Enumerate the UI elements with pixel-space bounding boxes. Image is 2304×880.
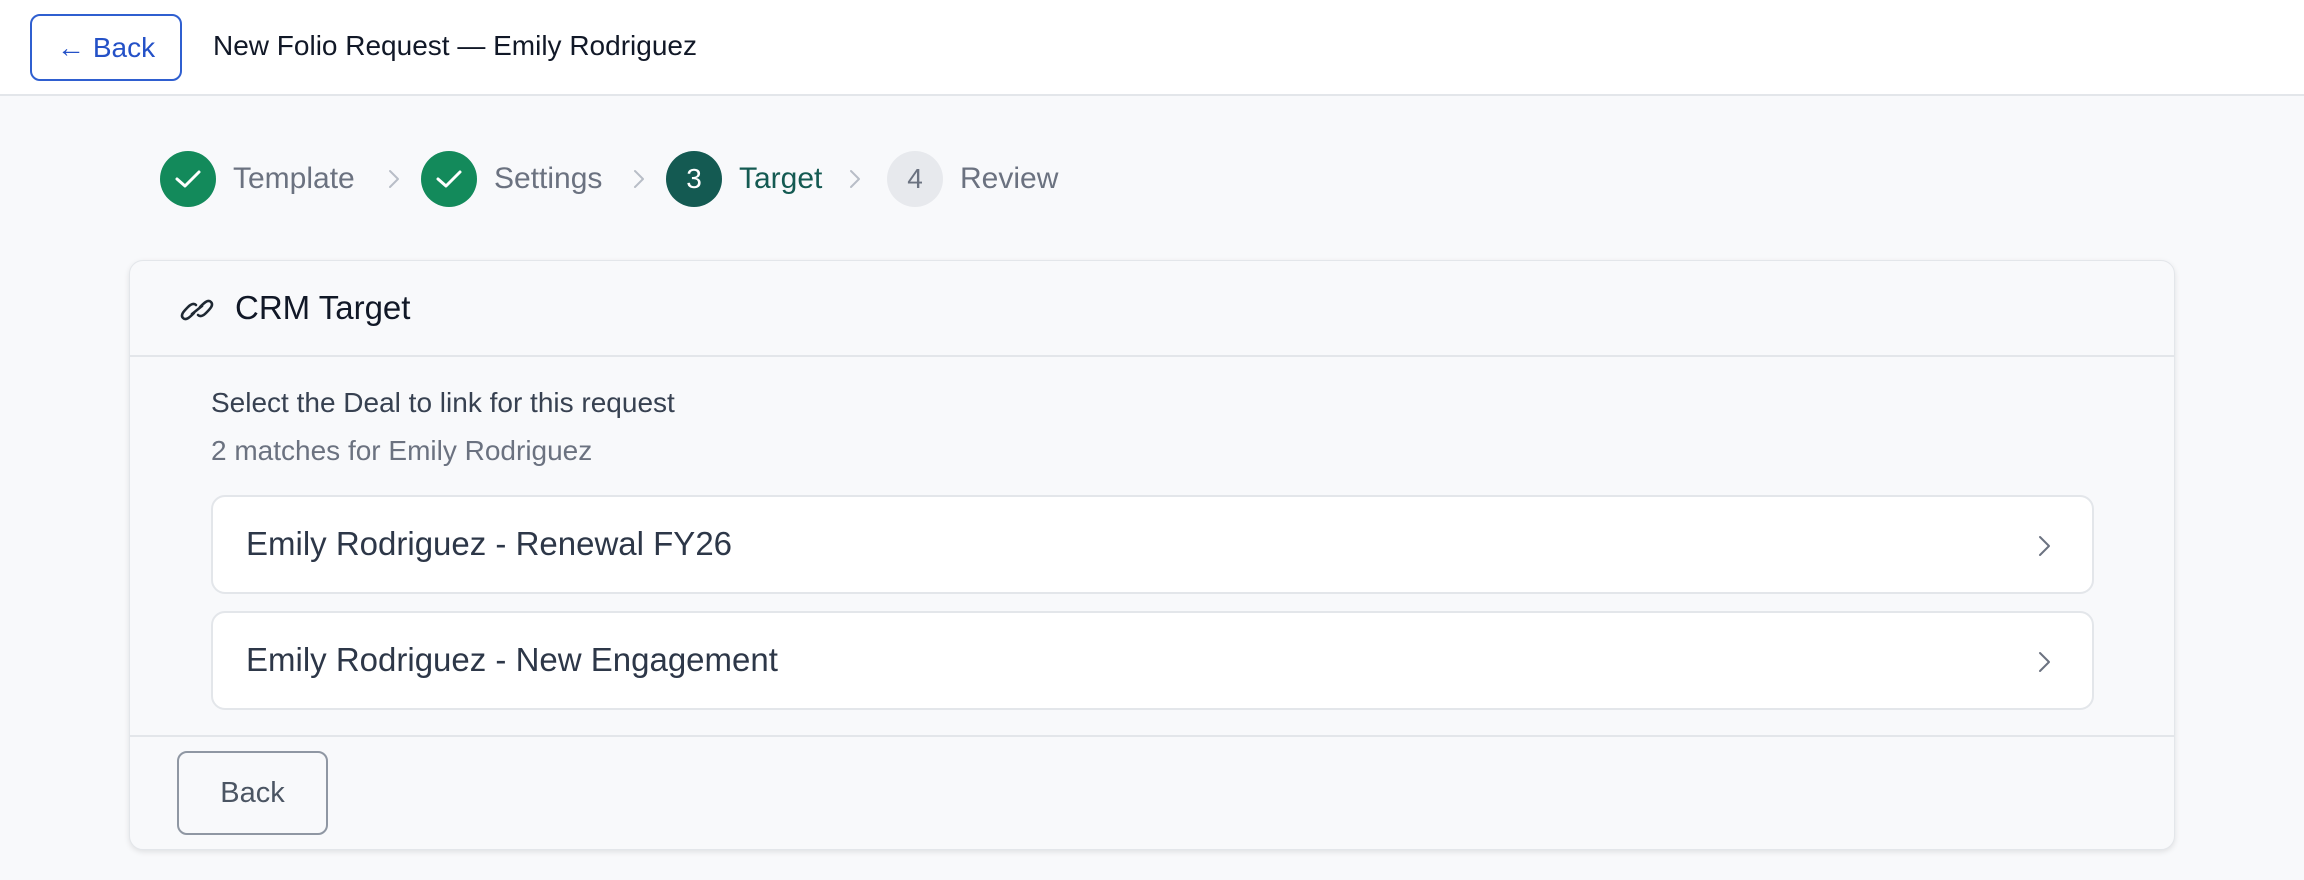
step-label-review: Review	[960, 162, 1059, 195]
step-label-target: Target	[739, 162, 823, 195]
page-title: New Folio Request — Emily Rodriguez	[213, 30, 697, 61]
chevron-right-icon	[850, 170, 860, 188]
step-number-badge: 4	[887, 151, 943, 207]
card-footer: Back	[130, 735, 2174, 849]
link-icon	[180, 299, 214, 321]
deal-option[interactable]: Emily Rodriguez - New Engagement	[211, 611, 2094, 710]
arrow-left-icon: ←	[56, 31, 85, 63]
top-bar: ← Back New Folio Request — Emily Rodrigu…	[0, 0, 2304, 96]
header-back-button[interactable]: ← Back	[30, 14, 182, 81]
card-title: CRM Target	[235, 289, 411, 326]
step-template[interactable]: Template	[160, 151, 355, 207]
step-label-template: Template	[233, 162, 355, 195]
step-number-badge: 3	[666, 151, 722, 207]
back-button[interactable]: Back	[177, 751, 328, 835]
step-complete-check-icon	[421, 151, 477, 207]
deal-option-label: Emily Rodriguez - Renewal FY26	[246, 525, 733, 562]
card-header: CRM Target	[130, 261, 2174, 357]
step-review[interactable]: 4 Review	[887, 151, 1058, 207]
deal-prompt: Select the Deal to link for this request	[211, 387, 675, 418]
chevron-right-icon	[2039, 536, 2050, 556]
deal-option-label: Emily Rodriguez - New Engagement	[246, 641, 778, 678]
match-count: 2 matches for Emily Rodriguez	[211, 435, 593, 466]
step-complete-check-icon	[160, 151, 216, 207]
chevron-right-icon	[634, 170, 644, 188]
deal-option[interactable]: Emily Rodriguez - Renewal FY26	[211, 495, 2094, 594]
step-settings[interactable]: Settings	[421, 151, 602, 207]
step-label-settings: Settings	[494, 162, 603, 195]
header-back-label: Back	[92, 31, 156, 63]
crm-target-card: CRM Target Select the Deal to link for t…	[129, 260, 2175, 850]
chevron-right-icon	[2039, 652, 2050, 672]
step-target[interactable]: 3 Target	[666, 151, 822, 207]
chevron-right-icon	[389, 170, 399, 188]
